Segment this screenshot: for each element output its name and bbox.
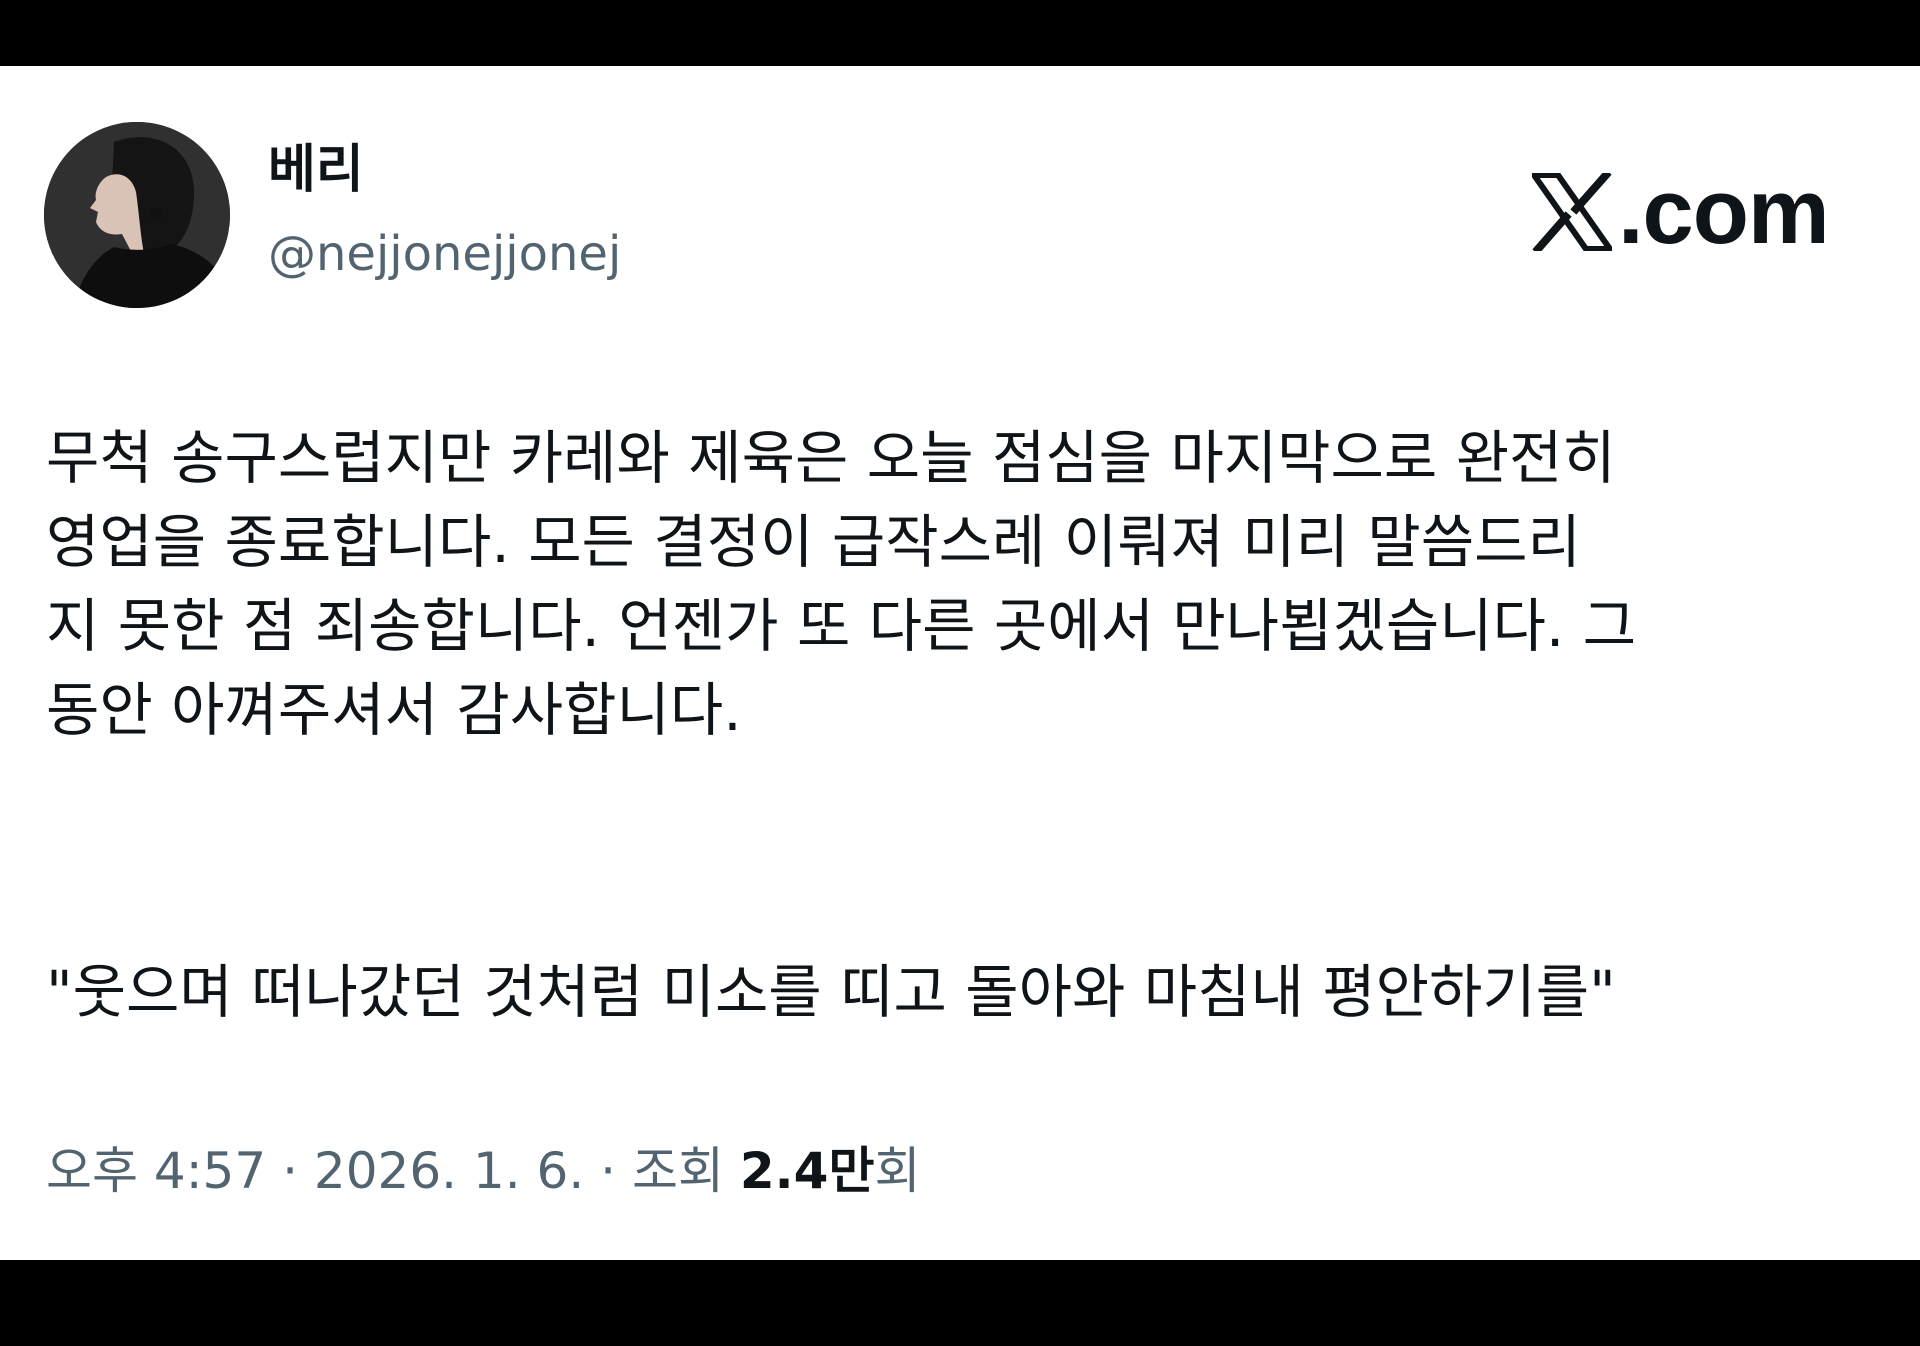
views-suffix: 회 — [874, 1142, 921, 1200]
post-body-line: 무척 송구스럽지만 카레와 제육은 오늘 점심을 마지막으로 완전히 — [46, 424, 1616, 492]
post-body-line: 지 못한 점 죄송합니다. 언젠가 또 다른 곳에서 만나뵙겠습니다. 그 — [46, 592, 1637, 660]
post-time[interactable]: 오후 4:57 — [46, 1142, 266, 1200]
x-logo-icon — [1532, 173, 1612, 251]
post-date[interactable]: 2026. 1. 6. — [314, 1142, 584, 1200]
views-count[interactable]: 2.4만 — [740, 1142, 875, 1200]
user-handle[interactable]: @nejjonejjonej — [268, 230, 621, 278]
brand-domain-text: .com — [1618, 161, 1830, 263]
views-label: 조회 — [631, 1142, 724, 1200]
brand-watermark: .com — [1532, 161, 1830, 263]
post-body-line: 영업을 종료합니다. 모든 결정이 급작스레 이뤄져 미리 말씀드리 — [46, 508, 1581, 576]
post-quote: "웃으며 떠나갔던 것처럼 미소를 띠고 돌아와 마침내 평안하기를" — [46, 958, 1616, 1026]
tweet-card: 베리 @nejjonejjonej .com 무척 송구스럽지만 카레와 제육은… — [0, 66, 1920, 1260]
display-name[interactable]: 베리 — [268, 144, 364, 196]
post-body-line: 동안 아껴주셔서 감사합니다. — [46, 676, 742, 744]
avatar-photo — [44, 122, 230, 308]
post-meta: 오후 4:57 · 2026. 1. 6. · 조회 2.4만회 — [46, 1146, 920, 1196]
post-body: 무척 송구스럽지만 카레와 제육은 오늘 점심을 마지막으로 완전히 영업을 종… — [46, 416, 1876, 752]
meta-separator: · — [600, 1142, 617, 1200]
avatar[interactable] — [44, 122, 230, 308]
meta-separator: · — [282, 1142, 298, 1200]
